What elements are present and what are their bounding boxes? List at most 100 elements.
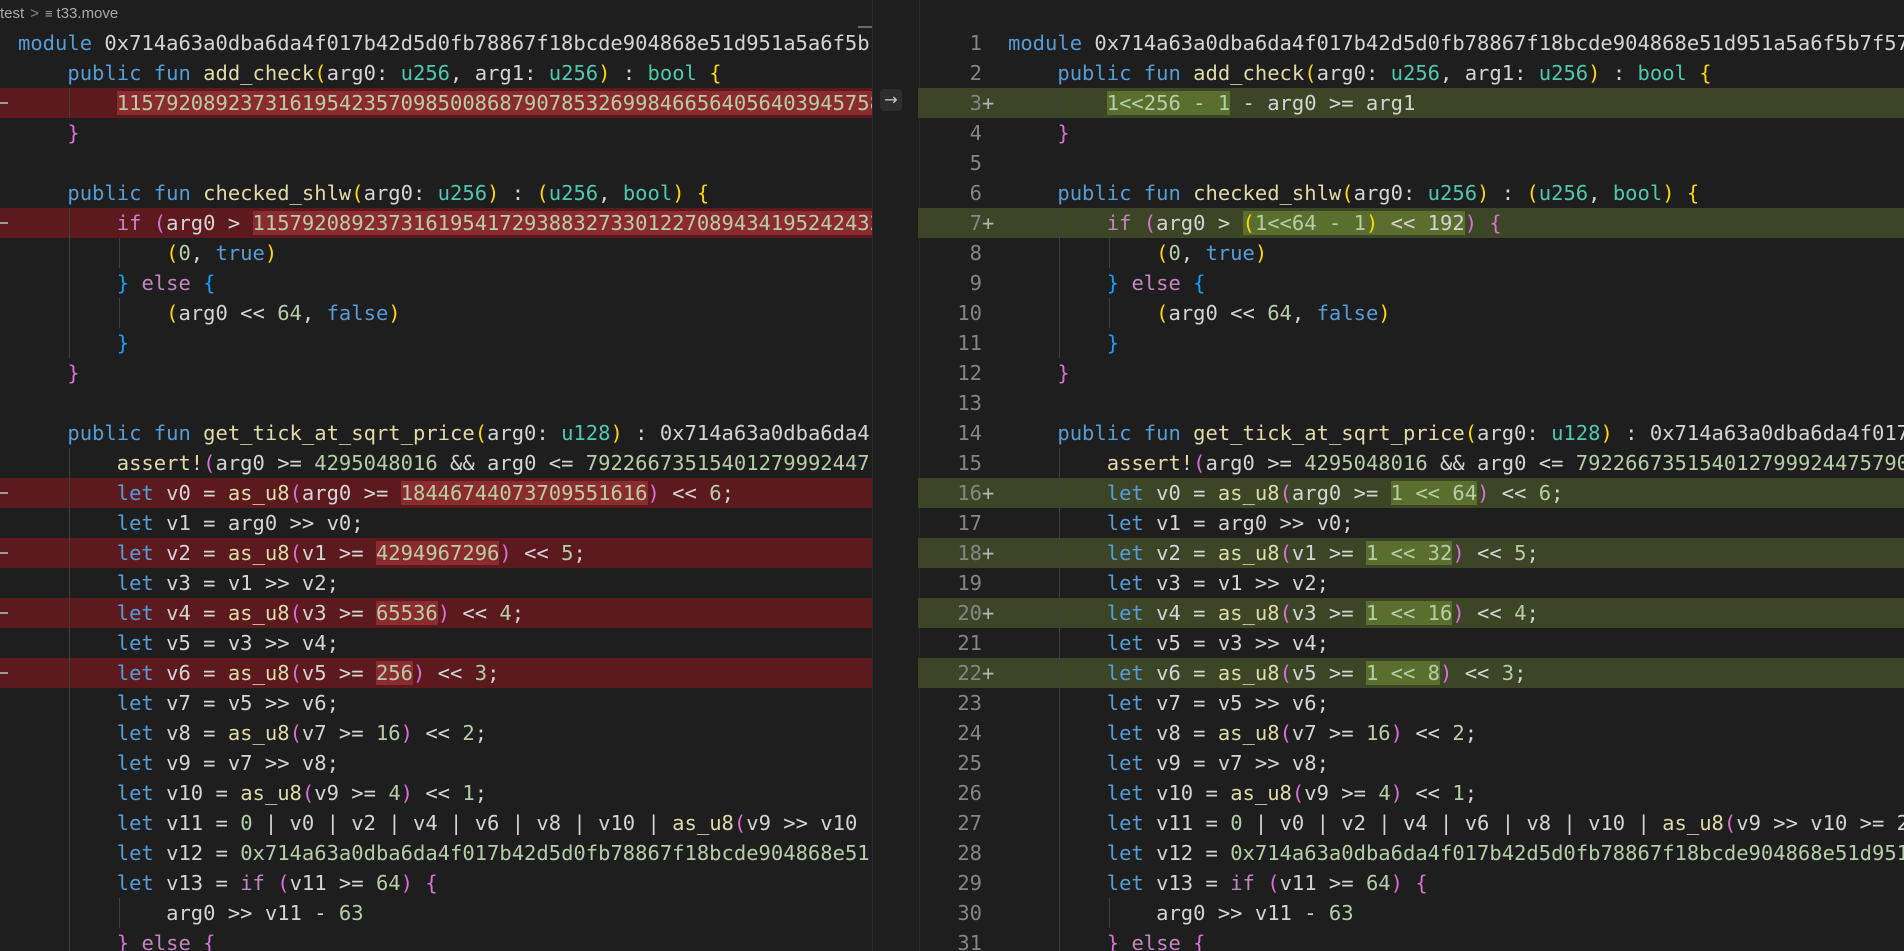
code-token: 16	[1365, 721, 1391, 745]
code-line[interactable]: public fun add_check(arg0: u256, arg1: u…	[0, 58, 872, 88]
code-line[interactable]: 24 let v8 = as_u8(v7 >= 16) << 2;	[918, 718, 1904, 748]
code-text: } else {	[18, 928, 216, 951]
code-line[interactable]: assert!(arg0 >= 4295048016 && arg0 <= 79…	[0, 448, 872, 478]
code-line[interactable]: 31 } else {	[918, 928, 1904, 951]
code-text: (0, true)	[18, 238, 277, 268]
code-text: }	[18, 328, 129, 358]
added-line[interactable]: 7+ if (arg0 > (1<<64 - 1) << 192) {	[918, 208, 1904, 238]
diff-split-divider[interactable]	[872, 0, 920, 951]
code-line[interactable]: 14 public fun get_tick_at_sqrt_price(arg…	[918, 418, 1904, 448]
code-token: 64	[375, 871, 401, 895]
added-line[interactable]: 22+ let v6 = as_u8(v5 >= 1 << 8) << 3;	[918, 658, 1904, 688]
code-token: (	[733, 811, 747, 835]
code-line[interactable]: 1 module 0x714a63a0dba6da4f017b42d5d0fb78…	[918, 28, 1904, 58]
line-number: 3+	[918, 88, 995, 118]
code-line[interactable]: let v9 = v7 >> v8;	[0, 748, 872, 778]
added-line[interactable]: 3+ 1<<256 - 1 - arg0 >= arg1	[918, 88, 1904, 118]
code-token: 4295048016	[314, 451, 438, 475]
code-text: let v5 = v3 >> v4;	[18, 628, 339, 658]
code-line[interactable]: 8 (0, true)	[918, 238, 1904, 268]
code-line[interactable]: let v7 = v5 >> v6;	[0, 688, 872, 718]
code-token: u256	[437, 181, 488, 205]
code-token: let	[1106, 871, 1144, 895]
deleted-line[interactable]: let v2 = as_u8(v1 >= 4294967296) << 5;	[0, 538, 872, 568]
added-line[interactable]: 18+ let v2 = as_u8(v1 >= 1 << 32) << 5;	[918, 538, 1904, 568]
code-line[interactable]: 15 assert!(arg0 >= 4295048016 && arg0 <=…	[918, 448, 1904, 478]
code-line[interactable]: }	[0, 118, 872, 148]
code-text: }	[18, 118, 79, 148]
code-line[interactable]: 27 let v11 = 0 | v0 | v2 | v4 | v6 | v8 …	[918, 808, 1904, 838]
code-token: let	[1106, 781, 1144, 805]
code-line[interactable]: public fun get_tick_at_sqrt_price(arg0: …	[0, 418, 872, 448]
modified-editor-pane[interactable]: 1 module 0x714a63a0dba6da4f017b42d5d0fb78…	[918, 28, 1904, 951]
code-token: public	[1057, 61, 1132, 85]
code-line[interactable]: 9 } else {	[918, 268, 1904, 298]
code-token: true	[215, 241, 265, 265]
code-line[interactable]: 11 }	[918, 328, 1904, 358]
code-line[interactable]: 19 let v3 = v1 >> v2;	[918, 568, 1904, 598]
code-token: v3 = v1 >> v2;	[153, 571, 339, 595]
revert-change-icon[interactable]: →	[880, 89, 902, 111]
code-line[interactable]: let v11 = 0 | v0 | v2 | v4 | v6 | v8 | v…	[0, 808, 872, 838]
original-editor-pane[interactable]: module 0x714a63a0dba6da4f017b42d5d0fb788…	[0, 28, 872, 951]
code-line[interactable]: arg0 >> v11 - 63	[0, 898, 872, 928]
code-line[interactable]: }	[0, 328, 872, 358]
code-token: checked_shlw	[203, 181, 352, 205]
code-line[interactable]: 6 public fun checked_shlw(arg0: u256) : …	[918, 178, 1904, 208]
code-line[interactable]: } else {	[0, 268, 872, 298]
code-line[interactable]: public fun checked_shlw(arg0: u256) : (u…	[0, 178, 872, 208]
code-line[interactable]: module 0x714a63a0dba6da4f017b42d5d0fb788…	[0, 28, 872, 58]
code-line[interactable]: } else {	[0, 928, 872, 951]
code-line[interactable]: 25 let v9 = v7 >> v8;	[918, 748, 1904, 778]
code-line[interactable]: 23 let v7 = v5 >> v6;	[918, 688, 1904, 718]
code-line[interactable]: let v1 = arg0 >> v0;	[0, 508, 872, 538]
added-line[interactable]: 16+ let v0 = as_u8(arg0 >= 1 << 64) << 6…	[918, 478, 1904, 508]
deleted-line[interactable]: let v4 = as_u8(v3 >= 65536) << 4;	[0, 598, 872, 628]
breadcrumb-file[interactable]: t33.move	[57, 5, 119, 22]
code-token: let	[116, 511, 154, 535]
code-token: (	[289, 721, 302, 745]
deleted-line[interactable]: let v0 = as_u8(arg0 >= 18446744073709551…	[0, 478, 872, 508]
code-token: (	[166, 301, 179, 325]
code-line[interactable]: let v13 = if (v11 >= 64) {	[0, 868, 872, 898]
code-token: as_u8	[1217, 721, 1280, 745]
code-line[interactable]: let v5 = v3 >> v4;	[0, 628, 872, 658]
code-line[interactable]: let v10 = as_u8(v9 >= 4) << 1;	[0, 778, 872, 808]
code-line[interactable]: 26 let v10 = as_u8(v9 >= 4) << 1;	[918, 778, 1904, 808]
breadcrumb-folder[interactable]: test	[0, 5, 24, 22]
code-line[interactable]: 21 let v5 = v3 >> v4;	[918, 628, 1904, 658]
code-line[interactable]: (0, true)	[0, 238, 872, 268]
code-line[interactable]: 28 let v12 = 0x714a63a0dba6da4f017b42d5d…	[918, 838, 1904, 868]
code-line[interactable]	[0, 388, 872, 418]
code-line[interactable]: 10 (arg0 << 64, false)	[918, 298, 1904, 328]
code-text: (0, true)	[1008, 238, 1267, 268]
added-marker: +	[982, 661, 995, 685]
code-line[interactable]: let v3 = v1 >> v2;	[0, 568, 872, 598]
code-line[interactable]: (arg0 << 64, false)	[0, 298, 872, 328]
code-token: as_u8	[227, 661, 290, 685]
code-line[interactable]: }	[0, 358, 872, 388]
code-token: else	[141, 931, 191, 951]
deleted-line[interactable]: if (arg0 > 11579208923731619541729388327…	[0, 208, 872, 238]
code-token: v1 >=	[1291, 541, 1366, 565]
code-token: as_u8	[1230, 781, 1292, 805]
deleted-line[interactable]: 1157920892373161954235709850086879078532…	[0, 88, 872, 118]
code-line[interactable]: 5	[918, 148, 1904, 178]
code-line[interactable]: let v8 = as_u8(v7 >= 16) << 2;	[0, 718, 872, 748]
code-line[interactable]: 30 arg0 >> v11 - 63	[918, 898, 1904, 928]
code-line[interactable]	[0, 148, 872, 178]
code-line[interactable]: 17 let v1 = arg0 >> v0;	[918, 508, 1904, 538]
code-line[interactable]: 13	[918, 388, 1904, 418]
deleted-line[interactable]: let v6 = as_u8(v5 >= 256) << 3;	[0, 658, 872, 688]
added-line[interactable]: 20+ let v4 = as_u8(v3 >= 1 << 16) << 4;	[918, 598, 1904, 628]
code-line[interactable]: let v12 = 0x714a63a0dba6da4f017b42d5d0fb…	[0, 838, 872, 868]
code-token: 1	[1452, 781, 1465, 805]
code-token: 16	[375, 721, 401, 745]
code-line[interactable]: 12 }	[918, 358, 1904, 388]
code-line[interactable]: 2 public fun add_check(arg0: u256, arg1:…	[918, 58, 1904, 88]
code-line[interactable]: 29 let v13 = if (v11 >= 64) {	[918, 868, 1904, 898]
code-line[interactable]: 4 }	[918, 118, 1904, 148]
